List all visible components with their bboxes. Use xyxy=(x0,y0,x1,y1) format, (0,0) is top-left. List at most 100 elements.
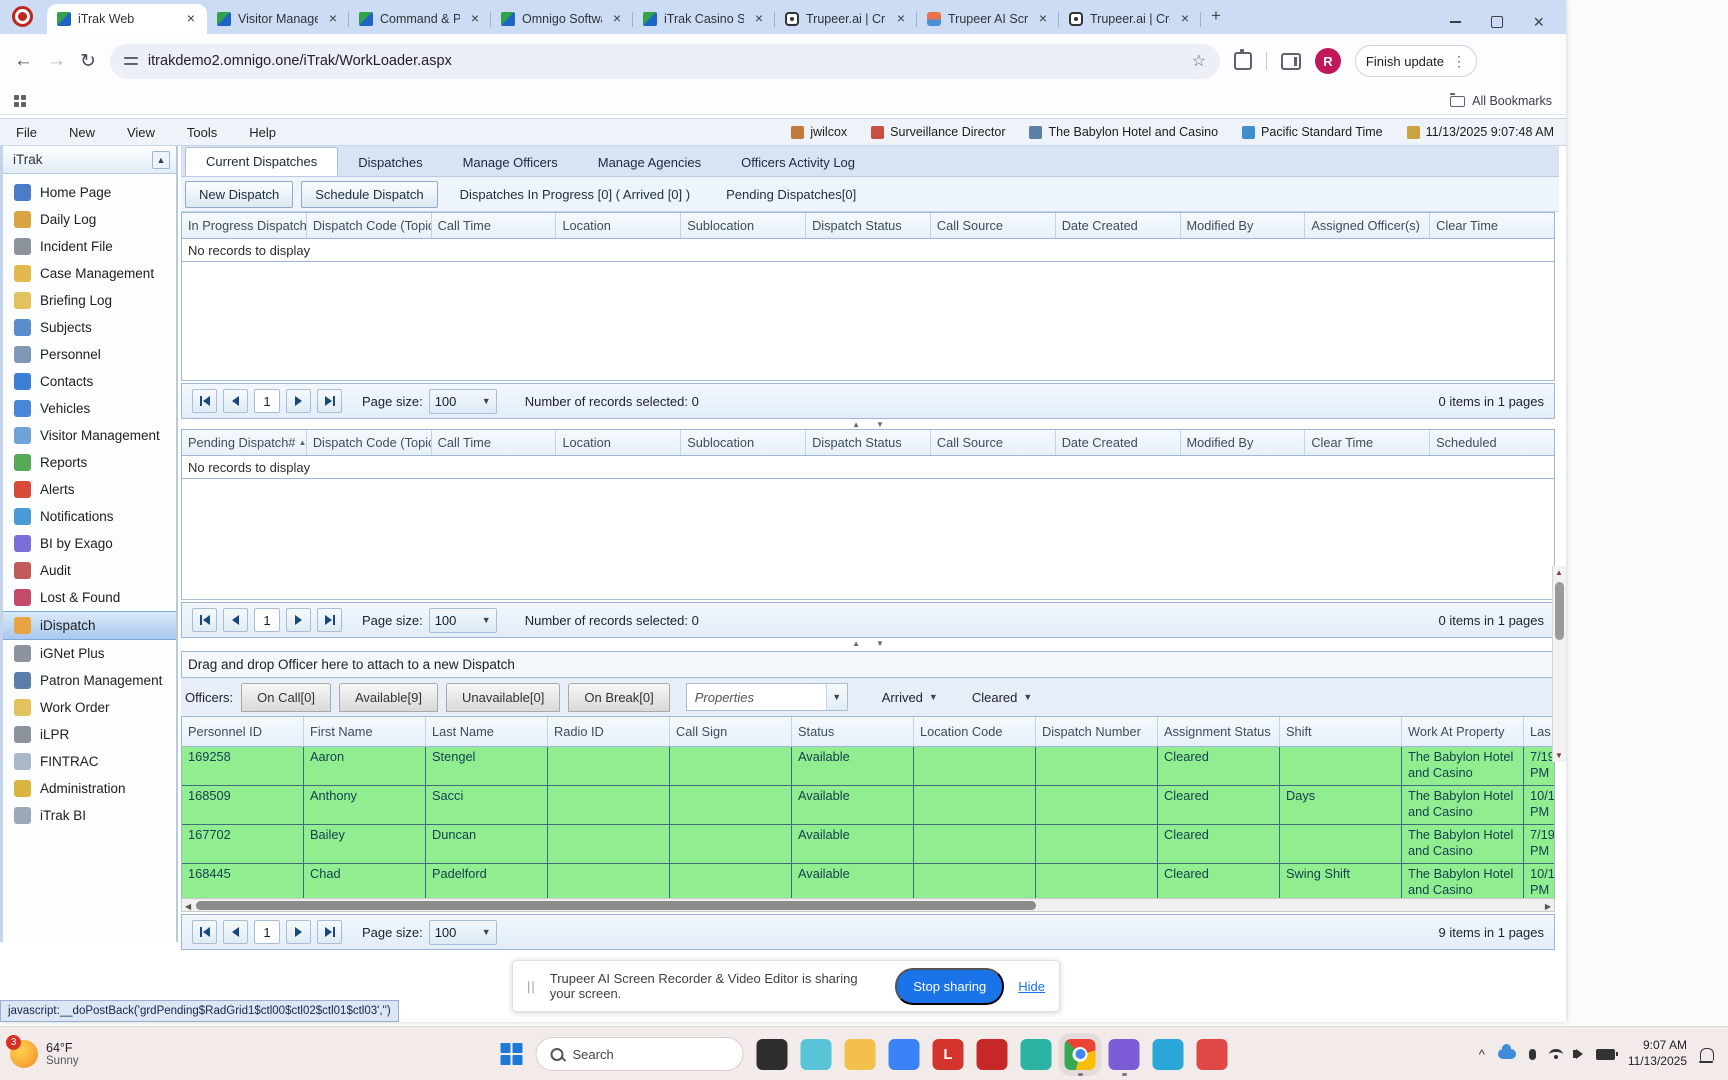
taskbar-app-icon[interactable] xyxy=(1065,1039,1096,1070)
column-header[interactable]: Dispatch Code (Topic)▲ xyxy=(307,213,432,238)
sidebar-item[interactable]: FINTRAC xyxy=(3,748,176,775)
next-page-button[interactable] xyxy=(286,920,311,944)
column-header[interactable]: Las xyxy=(1524,717,1554,746)
page-size-select[interactable]: 100▼ xyxy=(429,608,497,633)
minimize-icon[interactable] xyxy=(1450,21,1461,23)
sidebar-item[interactable]: Daily Log xyxy=(3,206,176,233)
browser-tab[interactable]: Omnigo Softwar × xyxy=(491,4,633,34)
pending-dispatches-toggle[interactable]: Pending Dispatches[0] xyxy=(712,187,870,202)
browser-tab[interactable]: iTrak Web × xyxy=(47,4,207,34)
column-header[interactable]: Call Source▲ xyxy=(931,430,1056,455)
column-header[interactable]: Assigned Officer(s)▲ xyxy=(1305,213,1430,238)
tab-close-icon[interactable]: × xyxy=(467,11,483,27)
prev-page-button[interactable] xyxy=(223,389,248,413)
profile-avatar[interactable]: R xyxy=(1315,48,1341,74)
taskbar-app-icon[interactable] xyxy=(1153,1039,1184,1070)
menu-item[interactable]: New xyxy=(53,125,111,140)
prev-page-button[interactable] xyxy=(223,920,248,944)
menu-item[interactable]: Help xyxy=(233,125,292,140)
column-header[interactable]: Sublocation▲ xyxy=(681,430,806,455)
column-header[interactable]: In Progress Dispatch#▲ xyxy=(182,213,307,238)
browser-tab[interactable]: iTrak Casino Sec × xyxy=(633,4,775,34)
sidebar-item[interactable]: Case Management xyxy=(3,260,176,287)
reload-icon[interactable]: ↻ xyxy=(80,50,96,73)
taskbar-clock[interactable]: 9:07 AM 11/13/2025 xyxy=(1628,1038,1687,1069)
sidebar-item[interactable]: Briefing Log xyxy=(3,287,176,314)
menu-item[interactable]: Tools xyxy=(171,125,233,140)
column-header[interactable]: Work At Property xyxy=(1402,717,1524,746)
scrollbar-thumb[interactable] xyxy=(196,901,1036,910)
officers-horizontal-scrollbar[interactable]: ◀ ▶ xyxy=(181,898,1555,912)
splitter-down-icon[interactable]: ▼ xyxy=(876,420,884,429)
officers-vertical-scrollbar[interactable]: ▲ ▼ xyxy=(1552,566,1566,762)
column-header[interactable]: Dispatch Status▲ xyxy=(806,430,931,455)
last-page-button[interactable] xyxy=(317,389,342,413)
sidebar-item[interactable]: Contacts xyxy=(3,368,176,395)
next-page-button[interactable] xyxy=(286,608,311,632)
sidebar-item[interactable]: Personnel xyxy=(3,341,176,368)
tab-close-icon[interactable]: × xyxy=(325,11,341,27)
dispatch-tab[interactable]: Current Dispatches xyxy=(185,147,338,176)
taskbar-app-icon[interactable] xyxy=(1197,1039,1228,1070)
apps-grid-icon[interactable] xyxy=(14,95,26,107)
sidebar-item[interactable]: Administration xyxy=(3,775,176,802)
column-header[interactable]: Personnel ID xyxy=(182,717,304,746)
sidebar-item[interactable]: iLPR xyxy=(3,721,176,748)
column-header[interactable]: Status xyxy=(792,717,914,746)
column-header[interactable]: Assignment Status xyxy=(1158,717,1280,746)
browser-tab[interactable]: Command & Pla × xyxy=(349,4,491,34)
column-header[interactable]: Dispatch Code (Topic)▲ xyxy=(307,430,432,455)
splitter-up-icon[interactable]: ▲ xyxy=(852,420,860,429)
scroll-left-icon[interactable]: ◀ xyxy=(185,902,191,911)
cleared-dropdown[interactable]: Cleared▼ xyxy=(972,690,1032,705)
new-dispatch-button[interactable]: New Dispatch xyxy=(185,181,293,208)
taskbar-app-icon[interactable] xyxy=(845,1039,876,1070)
column-header[interactable]: Dispatch Status▲ xyxy=(806,213,931,238)
dispatch-tab[interactable]: Dispatches xyxy=(338,149,442,176)
scroll-down-icon[interactable]: ▼ xyxy=(1555,751,1563,760)
page-number[interactable]: 1 xyxy=(254,389,280,413)
column-header[interactable]: First Name xyxy=(304,717,426,746)
all-bookmarks-button[interactable]: All Bookmarks xyxy=(1450,94,1552,108)
column-header[interactable]: Clear Time▲ xyxy=(1430,213,1554,238)
column-header[interactable]: Location▲ xyxy=(556,213,681,238)
schedule-dispatch-button[interactable]: Schedule Dispatch xyxy=(301,181,437,208)
page-number[interactable]: 1 xyxy=(254,608,280,632)
forward-icon[interactable]: → xyxy=(47,50,66,72)
taskbar-app-icon[interactable] xyxy=(801,1039,832,1070)
page-number[interactable]: 1 xyxy=(254,920,280,944)
column-header[interactable]: Scheduled▲ xyxy=(1430,430,1554,455)
officer-row[interactable]: 169258 Aaron Stengel Available Cleared xyxy=(182,747,1554,786)
sidebar-item[interactable]: iTrak BI xyxy=(3,802,176,829)
notifications-bell-icon[interactable] xyxy=(1700,1048,1714,1061)
column-header[interactable]: Modified By▲ xyxy=(1181,430,1306,455)
sidebar-collapse-button[interactable]: ▲ xyxy=(152,151,170,169)
first-page-button[interactable] xyxy=(192,920,217,944)
first-page-button[interactable] xyxy=(192,608,217,632)
column-header[interactable]: Dispatch Number xyxy=(1036,717,1158,746)
browser-tab[interactable]: Visitor Managem × xyxy=(207,4,349,34)
menu-item[interactable]: File xyxy=(0,125,53,140)
column-header[interactable]: Clear Time▲ xyxy=(1305,430,1430,455)
maximize-icon[interactable] xyxy=(1491,16,1503,28)
weather-widget[interactable]: 3 64°F Sunny xyxy=(0,1040,260,1068)
sidebar-item[interactable]: iDispatch xyxy=(3,611,176,640)
hide-link[interactable]: Hide xyxy=(1018,979,1045,994)
battery-icon[interactable] xyxy=(1596,1049,1615,1060)
sidebar-item[interactable]: Incident File xyxy=(3,233,176,260)
sidebar-item[interactable]: Work Order xyxy=(3,694,176,721)
tab-close-icon[interactable]: × xyxy=(609,11,625,27)
volume-icon[interactable] xyxy=(1576,1049,1583,1059)
officers-filter-button[interactable]: Unavailable[0] xyxy=(446,683,560,712)
tray-expand-icon[interactable]: ^ xyxy=(1479,1047,1485,1062)
dispatch-tab[interactable]: Officers Activity Log xyxy=(721,149,875,176)
side-panel-search-icon[interactable] xyxy=(1281,53,1301,70)
page-size-select[interactable]: 100▼ xyxy=(429,389,497,414)
new-tab-button[interactable]: + xyxy=(1211,6,1221,26)
address-bar[interactable]: itrakdemo2.omnigo.one/iTrak/WorkLoader.a… xyxy=(110,44,1220,79)
taskbar-app-icon[interactable] xyxy=(977,1039,1008,1070)
column-header[interactable]: Location▲ xyxy=(556,430,681,455)
taskbar-app-icon[interactable] xyxy=(889,1039,920,1070)
column-header[interactable]: Modified By▲ xyxy=(1181,213,1306,238)
stop-sharing-button[interactable]: Stop sharing xyxy=(895,968,1004,1005)
